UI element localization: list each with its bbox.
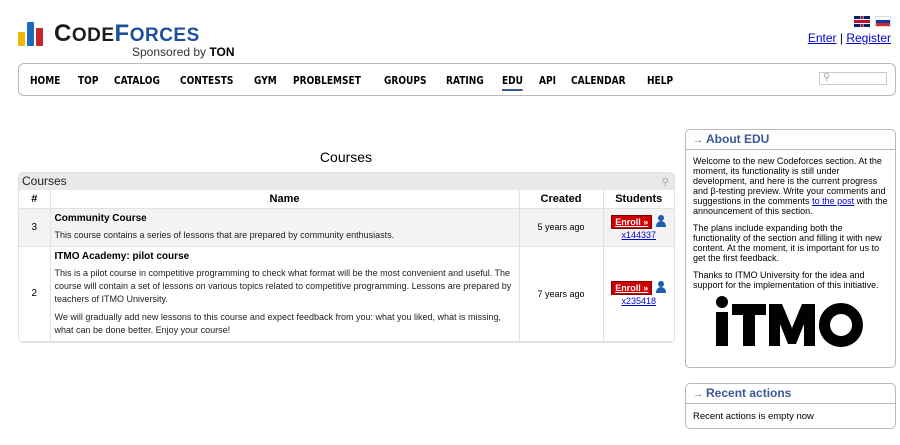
itmo-logo: [715, 296, 888, 355]
column-header-students: Students: [603, 190, 674, 209]
students-count-link[interactable]: x235418: [604, 296, 675, 306]
codeforces-logo[interactable]: CODEFORCES Sponsored by TON: [18, 14, 248, 59]
menu-item-catalog[interactable]: CATALOG: [114, 75, 160, 87]
about-paragraph: The plans include expanding both the fun…: [693, 223, 882, 263]
menu-item-rating[interactable]: RATING: [446, 75, 484, 87]
logo-bars-icon: [18, 20, 48, 46]
user-icon: [656, 281, 667, 293]
about-edu-box: → About EDU Welcome to the new Codeforces…: [685, 129, 896, 368]
column-header-name: Name: [50, 190, 520, 209]
menu-item-calendar[interactable]: CALENDAR: [571, 75, 626, 87]
course-created: 7 years ago: [519, 246, 604, 342]
about-edu-body: Welcome to the new Codeforces section. A…: [686, 150, 895, 361]
course-cell: ITMO Academy: pilot course This is a pil…: [50, 246, 520, 342]
students-count-link[interactable]: x144337: [604, 230, 675, 240]
arrow-right-icon: →: [693, 389, 703, 400]
menu-item-contests[interactable]: CONTESTS: [180, 75, 233, 87]
table-row: 2 ITMO Academy: pilot course This is a p…: [19, 246, 675, 342]
course-created: 5 years ago: [519, 208, 604, 247]
itmo-logo-icon: [716, 296, 863, 347]
menu-item-edu[interactable]: EDU: [501, 75, 523, 91]
user-icon: [656, 214, 667, 227]
course-title-link[interactable]: Community Course: [55, 213, 515, 224]
course-title-link[interactable]: ITMO Academy: pilot course: [55, 251, 515, 262]
logo-sponsor: Sponsored by TON: [132, 45, 235, 59]
course-number: 2: [19, 246, 51, 342]
recent-actions-box: → Recent actions Recent actions is empty …: [685, 383, 896, 429]
course-description: This is a pilot course in competitive pr…: [54, 267, 512, 304]
about-paragraph: Thanks to ITMO University for the idea a…: [693, 270, 879, 290]
register-link[interactable]: Register: [846, 31, 891, 45]
courses-table: Courses ⚲ # Name Created Students 3 Comm…: [18, 172, 675, 343]
column-header-created: Created: [519, 190, 604, 209]
menu-item-problemset[interactable]: PROBLEMSET: [293, 75, 361, 87]
course-description: This course contains a series of lessons…: [54, 229, 395, 240]
page-title: Courses: [319, 149, 373, 165]
table-caption: Courses ⚲: [19, 173, 674, 190]
about-paragraph: Welcome to the new Codeforces section. A…: [693, 156, 888, 216]
enroll-button[interactable]: Enroll »: [611, 214, 653, 229]
students-cell: Enroll » x235418: [603, 246, 675, 342]
course-cell: Community Course This course contains a …: [50, 208, 520, 247]
language-switcher: [852, 16, 891, 30]
auth-separator: |: [839, 31, 843, 45]
auth-links: Enter | Register: [808, 31, 891, 45]
arrow-right-icon: →: [693, 135, 703, 146]
course-number: 3: [19, 208, 51, 247]
post-link[interactable]: to the post: [812, 196, 854, 206]
main-menu: HOME TOP CATALOG CONTESTS GYM PROBLEMSET…: [18, 63, 896, 96]
menu-item-home[interactable]: HOME: [30, 75, 60, 87]
recent-actions-title: → Recent actions: [686, 384, 895, 404]
flag-ru-icon[interactable]: [875, 16, 891, 27]
enter-link[interactable]: Enter: [808, 31, 837, 45]
enroll-button[interactable]: Enroll »: [611, 281, 653, 295]
menu-item-help[interactable]: HELP: [647, 75, 673, 87]
menu-item-groups[interactable]: GROUPS: [384, 75, 427, 87]
about-edu-title: → About EDU: [686, 130, 895, 150]
search-input[interactable]: ⚲: [819, 72, 887, 85]
column-header-num: #: [19, 190, 51, 209]
menu-item-gym[interactable]: GYM: [254, 75, 277, 87]
logo-text: CODEFORCES: [54, 20, 200, 47]
table-row: 3 Community Course This course contains …: [19, 208, 675, 247]
menu-item-top[interactable]: TOP: [78, 75, 98, 87]
search-icon: ⚲: [823, 72, 831, 83]
menu-item-api[interactable]: API: [539, 75, 556, 87]
students-cell: Enroll » x144337: [603, 208, 675, 247]
table-search-icon[interactable]: ⚲: [662, 174, 669, 191]
flag-uk-icon[interactable]: [853, 16, 870, 27]
course-description: We will gradually add new lessons to thi…: [54, 311, 502, 335]
recent-actions-body: Recent actions is empty now: [693, 411, 814, 422]
